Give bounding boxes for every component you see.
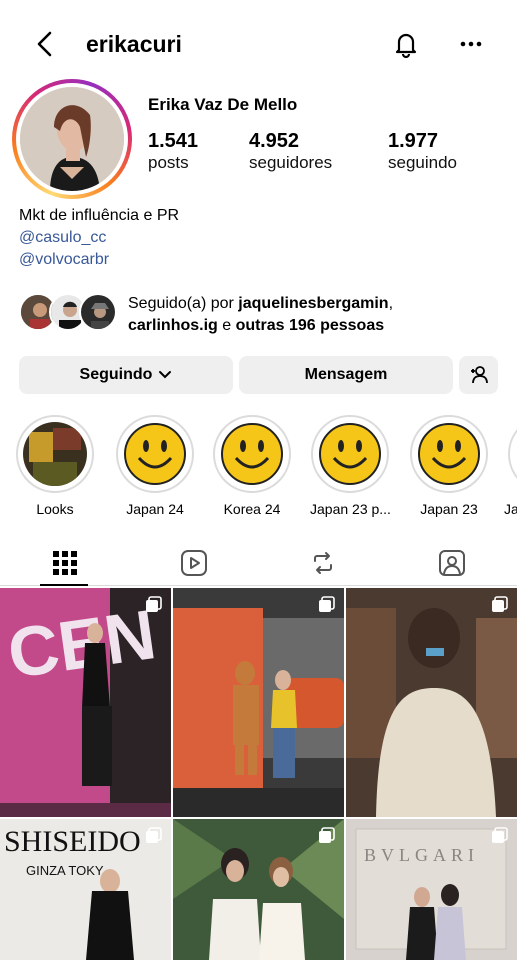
following-button-label: Seguindo: [79, 366, 153, 383]
tagged-user-icon: [438, 550, 465, 576]
follower-link-jaqueline[interactable]: jaquelinesbergamin: [238, 295, 388, 312]
followed-by[interactable]: Seguido(a) por jaquelinesbergamin, carli…: [19, 293, 509, 334]
highlight-label: Looks: [36, 501, 74, 517]
multi-post-icon: [146, 827, 162, 843]
multi-post-icon: [319, 827, 335, 843]
highlight-label: Ja: [504, 501, 517, 517]
post-thumbnail[interactable]: [173, 588, 344, 817]
stat-followers-value: 4.952: [249, 130, 300, 152]
tab-reels[interactable]: [129, 540, 258, 586]
highlight-label: Japan 24: [126, 501, 184, 517]
highlight-japan23[interactable]: Japan 23: [409, 415, 489, 517]
smiley-icon: [123, 422, 187, 486]
highlight-japan24[interactable]: Japan 24: [115, 415, 195, 517]
highlight-label: Korea 24: [223, 501, 281, 517]
post-overlay-text: SHISEIDO: [4, 825, 141, 858]
multi-post-icon: [319, 596, 335, 612]
highlight-korea24[interactable]: Korea 24: [212, 415, 292, 517]
smiley-icon: [220, 422, 284, 486]
post-thumbnail[interactable]: CEN: [0, 588, 171, 817]
stat-following[interactable]: 1.977 seguindo: [388, 130, 457, 174]
bio-text: Mkt de influência e PR: [19, 207, 180, 224]
post-thumbnail[interactable]: [173, 819, 344, 960]
following-button[interactable]: Seguindo: [19, 356, 233, 394]
smiley-icon: [318, 422, 382, 486]
message-button-label: Mensagem: [304, 366, 388, 383]
post-thumbnail[interactable]: SHISEIDO GINZA TOKY: [0, 819, 171, 960]
multi-post-icon: [492, 596, 508, 612]
stat-posts-value: 1.541: [148, 130, 199, 152]
followed-by-text: Seguido(a) por jaquelinesbergamin, carli…: [128, 295, 394, 334]
smiley-icon: [417, 422, 481, 486]
tab-tagged[interactable]: [387, 540, 516, 586]
highlight-partial[interactable]: Ja: [498, 415, 517, 517]
add-user-icon: [470, 366, 488, 384]
bio-link-casulo[interactable]: @casulo_cc: [19, 227, 179, 249]
chevron-left-icon[interactable]: [30, 28, 60, 60]
stat-posts-label: posts: [148, 153, 189, 172]
more-horizontal-icon[interactable]: [455, 28, 487, 60]
profile-avatar[interactable]: [12, 79, 132, 199]
stat-following-value: 1.977: [388, 130, 439, 152]
add-user-button[interactable]: [459, 356, 498, 394]
highlight-label: Japan 23: [420, 501, 478, 517]
bio-link-volvo[interactable]: @volvocarbr: [19, 249, 179, 271]
stat-posts[interactable]: 1.541 posts: [148, 130, 198, 174]
post-overlay-text: BVLGARI: [364, 845, 479, 865]
grid-icon: [52, 551, 77, 575]
follower-link-carlinhos[interactable]: carlinhos.ig: [128, 317, 218, 334]
multi-post-icon: [146, 596, 162, 612]
active-tab-indicator: [40, 584, 88, 586]
tab-reposts[interactable]: [258, 540, 387, 586]
highlight-japan23p[interactable]: Japan 23 p...: [310, 415, 391, 517]
stat-followers[interactable]: 4.952 seguidores: [249, 130, 332, 174]
multi-post-icon: [492, 827, 508, 843]
profile-full-name: Erika Vaz De Mello: [148, 95, 298, 114]
repost-icon: [313, 552, 332, 574]
post-thumbnail[interactable]: BVLGARI: [346, 819, 517, 960]
message-button[interactable]: Mensagem: [239, 356, 453, 394]
profile-bio: Mkt de influência e PR @casulo_cc @volvo…: [19, 205, 179, 271]
post-overlay-subtext: GINZA TOKY: [26, 863, 104, 878]
bell-icon[interactable]: [390, 28, 422, 60]
post-thumbnail[interactable]: [346, 588, 517, 817]
tab-grid[interactable]: [0, 540, 129, 586]
follower-avatar: [79, 293, 117, 331]
highlight-looks[interactable]: Looks: [15, 415, 95, 517]
top-bar: erikacuri: [0, 0, 517, 90]
follower-link-others[interactable]: outras 196 pessoas: [236, 317, 385, 334]
chevron-down-icon: [159, 371, 172, 379]
reels-icon: [180, 550, 207, 576]
stat-followers-label: seguidores: [249, 153, 333, 172]
highlight-label: Japan 23 p...: [310, 501, 391, 517]
post-grid: CEN SHISEIDO GINZA TOKY BVLGARI: [0, 588, 517, 960]
profile-tabs: [0, 540, 517, 586]
profile-username: erikacuri: [86, 31, 182, 57]
stat-following-label: seguindo: [388, 153, 458, 172]
highlight-cover: [23, 422, 87, 486]
avatar-photo: [20, 87, 124, 191]
